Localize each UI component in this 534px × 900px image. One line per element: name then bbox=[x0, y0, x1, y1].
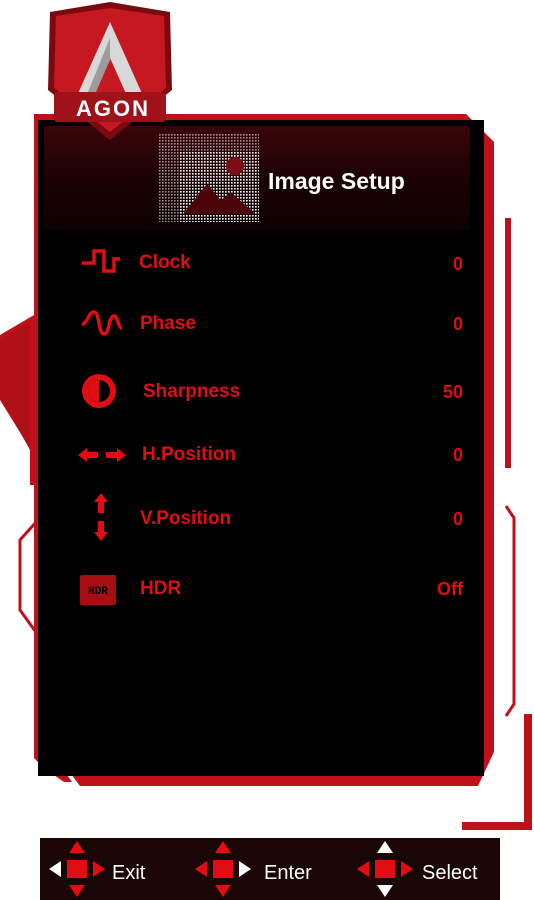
v-position-value: 0 bbox=[452, 509, 463, 529]
sharpness-value: 50 bbox=[442, 382, 463, 402]
clock-waveform-icon bbox=[82, 249, 120, 273]
phase-value: 0 bbox=[452, 314, 463, 334]
exit-label: Exit bbox=[112, 862, 146, 884]
enter-label: Enter bbox=[264, 862, 312, 884]
menu-item-hdr[interactable]: HDR bbox=[140, 578, 181, 600]
exit-dpad-icon[interactable] bbox=[48, 840, 106, 898]
clock-value: 0 bbox=[452, 254, 463, 274]
vertical-arrows-icon bbox=[94, 493, 108, 541]
image-setup-icon bbox=[159, 134, 259, 222]
sharpness-circle-icon bbox=[82, 374, 116, 408]
hdr-value: Off bbox=[437, 579, 463, 599]
svg-text:HDR: HDR bbox=[88, 586, 108, 598]
hdr-icon: HDR bbox=[80, 575, 116, 605]
phase-wave-icon bbox=[81, 310, 123, 336]
menu-item-phase[interactable]: Phase bbox=[140, 313, 196, 335]
horizontal-arrows-icon bbox=[78, 448, 126, 462]
select-dpad-icon[interactable] bbox=[356, 840, 414, 898]
menu-item-v-position[interactable]: V.Position bbox=[140, 508, 231, 530]
menu-title: Image Setup bbox=[268, 168, 405, 194]
menu-item-clock[interactable]: Clock bbox=[139, 252, 191, 274]
menu-item-sharpness[interactable]: Sharpness bbox=[143, 381, 240, 403]
h-position-value: 0 bbox=[452, 445, 463, 465]
agon-logo-icon bbox=[48, 2, 172, 140]
logo-text: AGON bbox=[76, 96, 150, 121]
menu-item-h-position[interactable]: H.Position bbox=[142, 444, 236, 466]
select-label: Select bbox=[422, 862, 478, 884]
enter-dpad-icon[interactable] bbox=[194, 840, 252, 898]
